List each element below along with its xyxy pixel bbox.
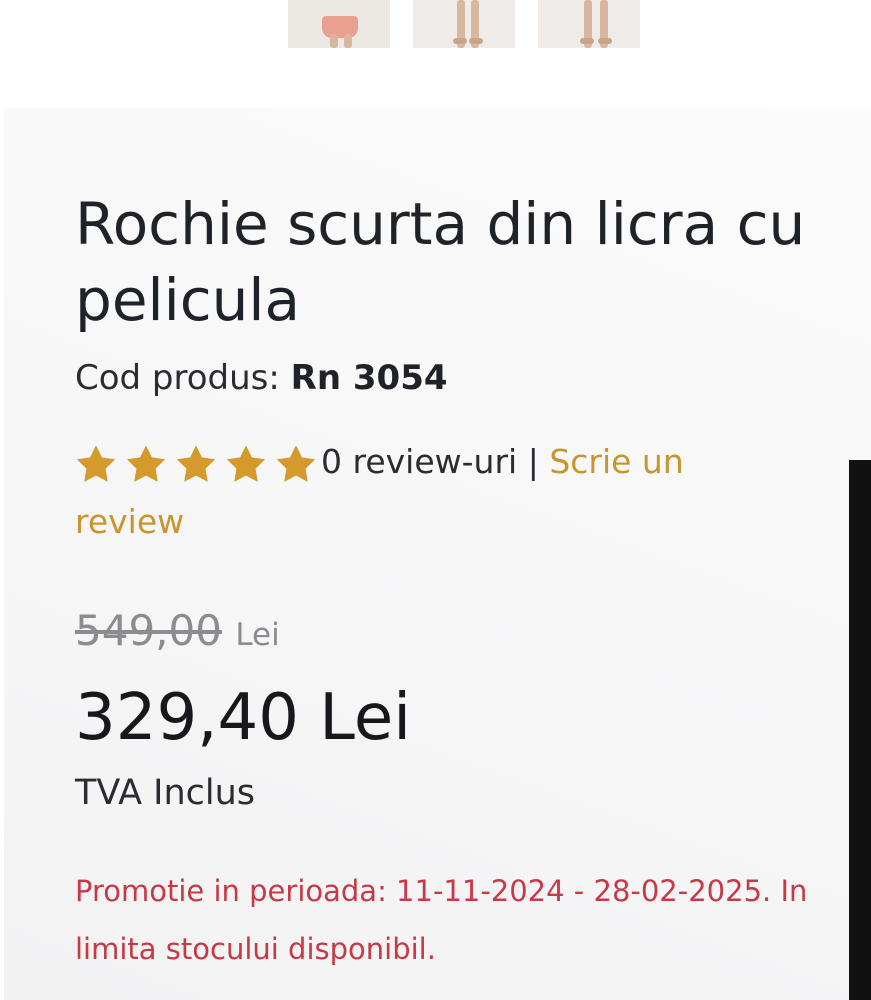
rating-block: 0 review-uri | Scrie un review: [75, 432, 795, 552]
old-price-currency: Lei: [235, 617, 280, 653]
star-icon: [175, 444, 225, 484]
current-price: 329,40 Lei: [75, 681, 411, 755]
product-code-value: Rn 3054: [290, 358, 448, 398]
star-icon: [225, 444, 275, 484]
star-icon: [125, 444, 175, 484]
thumbnail-image-1[interactable]: [288, 0, 390, 48]
review-count: 0 review-uri: [321, 442, 518, 481]
promotion-note: Promotie in perioada: 11-11-2024 - 28-02…: [75, 874, 808, 966]
shoe-shape: [469, 38, 483, 44]
product-code: Cod produs: Rn 3054: [75, 356, 448, 400]
image-gallery-strip: [0, 0, 871, 108]
shoe-shape: [453, 38, 467, 44]
product-title: Rochie scurta din licra cu pelicula: [75, 190, 806, 334]
side-dark-bar: [849, 460, 871, 1000]
star-icon: [275, 444, 321, 484]
thumbnail-image-3[interactable]: [538, 0, 640, 48]
product-code-label: Cod produs:: [75, 358, 280, 398]
leg-shape: [344, 34, 352, 48]
old-price-value: 549,00: [75, 606, 222, 655]
star-icon: [75, 444, 125, 484]
old-price: 549,00 Lei: [75, 603, 280, 663]
thumbnail-image-2[interactable]: [413, 0, 515, 48]
shoe-shape: [598, 38, 612, 44]
vat-note: TVA Inclus: [75, 773, 256, 813]
shoe-shape: [580, 38, 594, 44]
dress-skirt-shape: [322, 16, 358, 38]
review-separator: |: [527, 442, 539, 481]
leg-shape: [330, 34, 338, 48]
